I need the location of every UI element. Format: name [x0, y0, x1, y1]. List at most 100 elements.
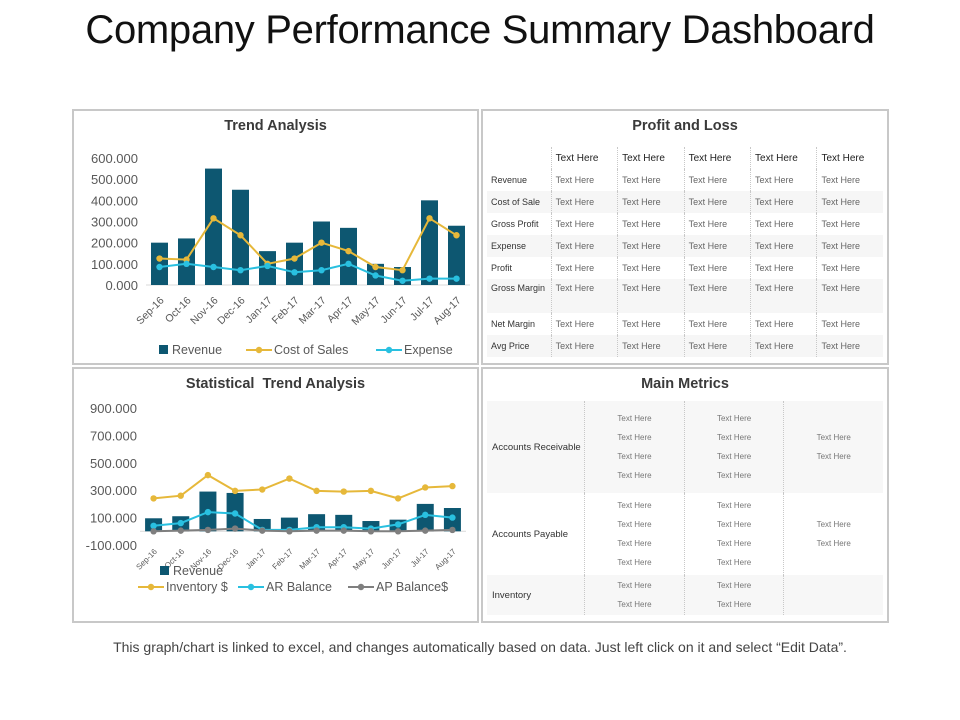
table-cell: Text Here [750, 257, 817, 279]
point-inventory [449, 482, 456, 490]
point-expense [291, 269, 298, 276]
metrics-value: Text Here [617, 600, 652, 609]
metrics-row: Accounts Payable Text Here Text Here Text H… [487, 493, 883, 575]
header-blank-cell [487, 147, 551, 169]
line-inventory [153, 473, 453, 500]
point-ar-balance [422, 511, 429, 519]
point-inventory [150, 495, 157, 502]
point-ar-balance [177, 519, 184, 527]
metrics-cell: Text Here Text Here Text Here Text Here [584, 401, 685, 493]
bar-revenue [340, 227, 357, 285]
column-header: Text Here [816, 147, 883, 169]
line-expense [159, 262, 457, 282]
table-row: Gross Profit Text Here Text Here Text Here T… [487, 213, 883, 235]
point-ap-balance [394, 528, 402, 535]
metrics-value: Text Here [617, 539, 652, 548]
legend-item-ar-balance: AR Balance [238, 580, 332, 594]
statistical-trend-chart[interactable]: 900.000 700.000 500.000 300.000 100.000 -100.… [74, 369, 477, 621]
trend-analysis-chart[interactable]: 600.000 500.000 400.000 300.000 200.000 100.0… [74, 111, 477, 363]
point-ap-balance [286, 528, 293, 535]
column-header: Text Here [683, 147, 751, 169]
table-cell: Text Here [617, 191, 685, 213]
point-cost-of-sales [291, 255, 298, 262]
line-cost-of-sales [159, 216, 458, 272]
row-label: Gross Profit [491, 219, 539, 229]
table-cell: Text Here [683, 313, 751, 335]
table-row: Gross Margin Text Here Text Here Text Here T… [487, 279, 883, 313]
table-cell: Text Here [550, 235, 618, 257]
table-cell: Text Here [550, 169, 618, 191]
point-ap-balance [340, 527, 347, 534]
point-ap-balance [449, 526, 456, 534]
point-cost-of-sales [372, 263, 379, 271]
legend-marker [147, 583, 155, 591]
metrics-value: Text Here [617, 433, 652, 442]
legend-label: AP Balance$ [376, 580, 448, 594]
x-tick-label: Jun-17 [380, 547, 404, 571]
legend-marker [385, 346, 393, 354]
metrics-cell: Text Here Text Here [783, 493, 883, 575]
point-cost-of-sales [399, 266, 406, 274]
point-inventory [259, 486, 266, 493]
statistical-trend-panel: Statistical Trend Analysis 900.000 700.00… [72, 367, 479, 623]
x-tick-label: Sep-16 [134, 547, 159, 572]
x-tick-label: Jun-17 [378, 295, 409, 326]
y-tick-label: 300.000 [90, 483, 137, 498]
legend-item-revenue: Revenue [159, 343, 222, 357]
legend-item-ap-balance: AP Balance$ [348, 580, 448, 594]
metrics-value: Text Here [816, 520, 851, 529]
y-tick-label: 200.000 [91, 236, 138, 251]
point-expense [426, 275, 433, 282]
table-cell: Text Here [816, 169, 883, 191]
y-tick-label: 900.000 [90, 401, 137, 416]
table-cell: Text Here [816, 313, 883, 335]
point-ap-balance [313, 527, 320, 534]
legend-marker [255, 346, 263, 354]
table-row: Cost of Sale Text Here Text Here Text Here T… [487, 191, 883, 213]
point-ar-balance [231, 510, 239, 517]
x-tick-label: Mar-17 [297, 295, 329, 327]
metrics-value: Text Here [716, 471, 752, 480]
metrics-value: Text Here [617, 414, 652, 423]
point-ar-balance [394, 521, 402, 528]
point-cost-of-sales [237, 232, 244, 239]
metrics-cell [783, 575, 883, 615]
x-tick-label: Jan-17 [243, 295, 274, 326]
row-label: Profit [491, 263, 513, 273]
point-expense [237, 266, 244, 274]
table-cell: Text Here [750, 235, 817, 257]
bar-revenue [421, 200, 438, 285]
table-row: Revenue Text Here Text Here Text Here Text H… [487, 169, 883, 191]
metrics-value: Text Here [716, 581, 752, 590]
legend-label: Cost of Sales [274, 343, 348, 357]
metrics-cell: Text Here Text Here Text Here Text Here [683, 401, 784, 493]
metrics-value: Text Here [816, 433, 851, 442]
column-header: Text Here [617, 147, 685, 169]
point-expense [372, 272, 379, 279]
table-cell: Text Here [617, 257, 685, 279]
x-tick-label: May-17 [349, 295, 382, 328]
metrics-cell: Text Here Text Here [683, 575, 784, 615]
legend-item-expense: Expense [376, 343, 453, 357]
point-ap-balance [422, 527, 429, 534]
table-cell: Text Here [683, 279, 751, 313]
profit-loss-table: Text Here Text Here Text Here Text Here Text… [487, 147, 883, 357]
bar-revenue [313, 221, 330, 285]
row-label: Revenue [491, 175, 528, 185]
x-tick-label: Sep-16 [134, 295, 167, 328]
y-tick-label: 400.000 [91, 193, 138, 208]
row-label: Cost of Sale [487, 191, 552, 213]
table-cell: Text Here [816, 335, 883, 357]
table-cell: Text Here [550, 279, 618, 313]
metrics-value: Text Here [716, 539, 752, 548]
point-ap-balance [231, 525, 239, 532]
table-cell: Text Here [750, 169, 817, 191]
main-metrics-panel: Main Metrics Accounts Receivable Text Her… [481, 367, 889, 623]
point-expense [345, 260, 352, 268]
profit-loss-panel: Profit and Loss Text Here Text Here Text H… [481, 109, 889, 365]
metrics-cell: Text Here Text Here Text Here Text Here [683, 493, 784, 575]
legend-label: Expense [404, 343, 453, 357]
point-inventory [367, 487, 375, 495]
metrics-value: Text Here [816, 452, 851, 461]
legend-marker [357, 583, 365, 591]
